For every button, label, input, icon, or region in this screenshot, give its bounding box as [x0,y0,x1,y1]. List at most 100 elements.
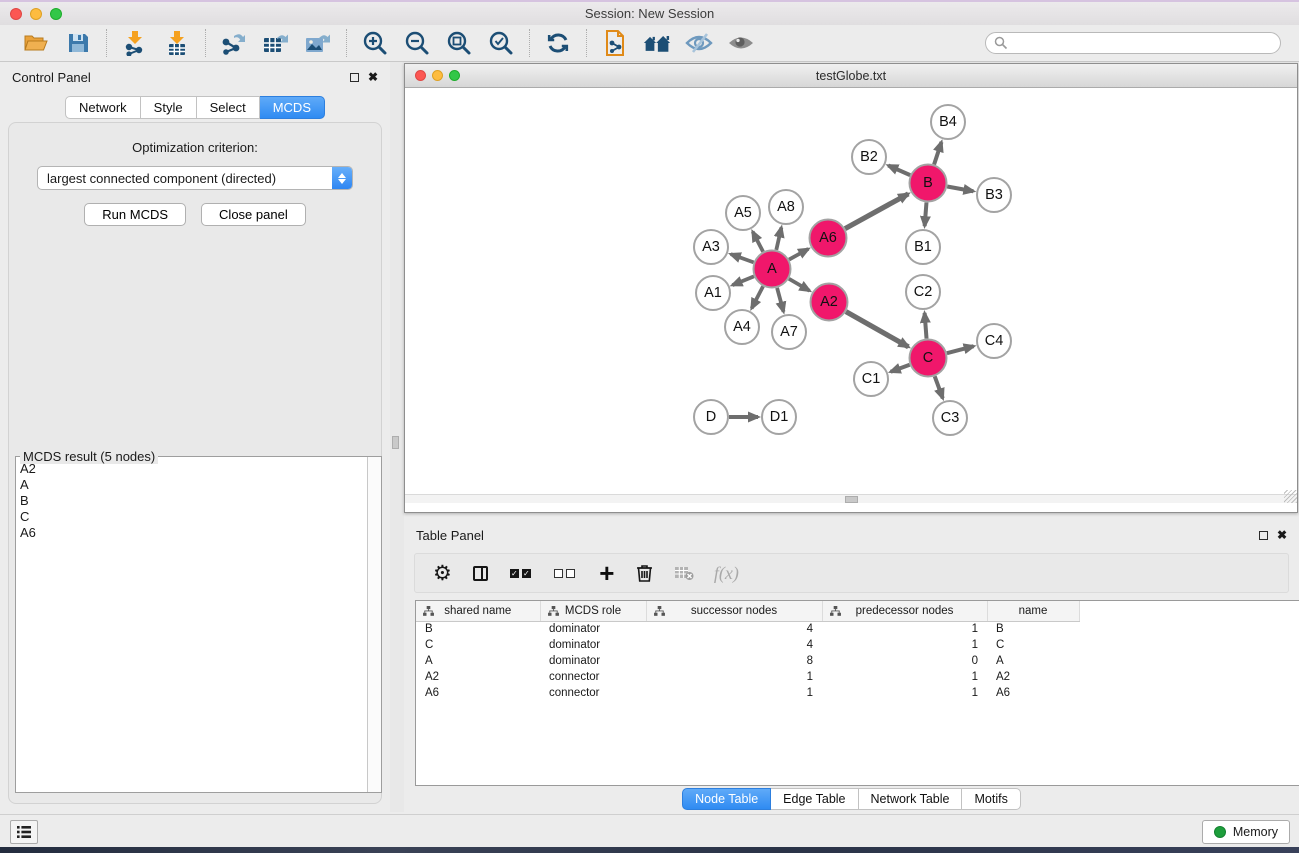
graph-edge-A-A5[interactable] [753,232,763,252]
graph-node-A7[interactable]: A7 [772,315,806,349]
zoom-fit-icon[interactable] [445,30,473,56]
window-resize-grip[interactable] [1284,490,1297,503]
mcds-result-item[interactable]: B [20,493,367,509]
graph-edge-A2-C[interactable] [846,312,908,347]
tab-edge-table[interactable]: Edge Table [771,788,858,810]
criterion-select[interactable]: largest connected component (directed) [37,166,353,190]
tab-style[interactable]: Style [141,96,197,119]
mcds-result-list[interactable]: A2ABCA6 [16,458,367,792]
close-panel-button[interactable]: Close panel [201,203,306,226]
graph-edge-C-C4[interactable] [947,346,974,353]
graph-node-B3[interactable]: B3 [977,178,1011,212]
graph-edge-B-B1[interactable] [925,202,927,226]
run-mcds-button[interactable]: Run MCDS [84,203,186,226]
tab-motifs[interactable]: Motifs [962,788,1020,810]
network-overview-icon[interactable] [601,30,629,56]
mcds-result-item[interactable]: A [20,477,367,493]
graph-node-A3[interactable]: A3 [694,230,728,264]
table-options-gear-icon[interactable]: ⚙ [433,563,452,584]
zoom-out-icon[interactable] [403,30,431,56]
network-window-titlebar[interactable]: testGlobe.txt [405,64,1297,88]
graph-edge-A-A4[interactable] [752,286,763,308]
divider-grip[interactable] [392,436,399,449]
table-row[interactable]: Adominator80A [416,653,1299,669]
memory-button[interactable]: Memory [1202,820,1290,844]
refresh-layout-icon[interactable] [544,30,572,56]
graph-edge-B-B4[interactable] [934,142,941,165]
network-hscroll-thumb[interactable] [845,496,858,503]
graph-edge-C-C2[interactable] [925,313,927,339]
close-panel-icon[interactable]: ✖ [368,71,378,83]
graph-edge-B-B2[interactable] [888,165,910,175]
graph-node-A8[interactable]: A8 [769,190,803,224]
mcds-result-item[interactable]: A6 [20,525,367,541]
graph-edge-A6-B[interactable] [845,194,908,229]
graph-node-C2[interactable]: C2 [906,275,940,309]
search-input[interactable] [1008,36,1272,50]
deselect-all-columns-icon[interactable] [554,569,578,578]
network-hscrollbar[interactable] [405,494,1297,503]
zoom-in-icon[interactable] [361,30,389,56]
col-header-successor-nodes[interactable]: successor nodes [646,601,822,621]
tab-network-table[interactable]: Network Table [859,788,963,810]
graph-edge-A-A6[interactable] [789,249,808,260]
col-header-shared-name[interactable]: shared name [416,601,540,621]
export-image-icon[interactable] [304,30,332,56]
open-session-icon[interactable] [22,30,50,56]
delete-columns-icon[interactable] [636,563,654,583]
show-columns-icon[interactable] [472,566,490,581]
zoom-selected-icon[interactable] [487,30,515,56]
graph-node-B2[interactable]: B2 [852,140,886,174]
float-table-panel-icon[interactable] [1259,531,1268,540]
show-view-icon[interactable] [727,30,755,56]
hide-view-icon[interactable] [685,30,713,56]
task-history-button[interactable] [10,820,38,844]
network-canvas[interactable]: B4B2BB3A8A5A6A3B1AA1C2A2A4A7C4CC1C3DD1 [405,88,1297,503]
graph-edge-A-A3[interactable] [731,254,754,262]
mcds-result-item[interactable]: C [20,509,367,525]
graph-node-C1[interactable]: C1 [854,362,888,396]
table-row[interactable]: Bdominator41B [416,621,1299,637]
float-window-icon[interactable] [350,73,359,82]
graph-node-A[interactable]: A [754,251,791,288]
graph-node-C4[interactable]: C4 [977,324,1011,358]
graph-node-B1[interactable]: B1 [906,230,940,264]
select-all-columns-icon[interactable]: ✓✓ [510,569,534,578]
graph-edge-C-C3[interactable] [935,376,943,398]
close-table-panel-icon[interactable]: ✖ [1277,529,1287,541]
mcds-result-item[interactable]: A2 [20,461,367,477]
graph-edge-A-A7[interactable] [777,288,783,312]
graph-edge-A-A2[interactable] [789,279,810,291]
graph-edge-B-B3[interactable] [947,186,973,191]
import-network-icon[interactable] [121,30,149,56]
col-header-mcds-role[interactable]: MCDS role [540,601,646,621]
graph-edge-A-A8[interactable] [776,227,781,249]
graph-node-A2[interactable]: A2 [811,284,848,321]
graph-node-A1[interactable]: A1 [696,276,730,310]
export-network-icon[interactable] [220,30,248,56]
graph-node-D1[interactable]: D1 [762,400,796,434]
graph-node-A4[interactable]: A4 [725,310,759,344]
graph-edge-A-A1[interactable] [732,276,753,285]
table-row[interactable]: Cdominator41C [416,637,1299,653]
export-table-icon[interactable] [262,30,290,56]
graph-node-B4[interactable]: B4 [931,105,965,139]
graph-node-C[interactable]: C [910,340,947,377]
col-header-predecessor-nodes[interactable]: predecessor nodes [822,601,987,621]
tab-network[interactable]: Network [65,96,141,119]
graph-node-A6[interactable]: A6 [810,220,847,257]
col-header-name[interactable]: name [987,601,1079,621]
tab-node-table[interactable]: Node Table [682,788,771,810]
split-pane-divider[interactable] [390,62,404,812]
home-views-icon[interactable] [643,30,671,56]
graph-node-D[interactable]: D [694,400,728,434]
mcds-result-scrollbar[interactable] [367,457,381,792]
save-session-icon[interactable] [64,30,92,56]
import-table-icon[interactable] [163,30,191,56]
tab-select[interactable]: Select [197,96,260,119]
graph-node-B[interactable]: B [910,165,947,202]
table-row[interactable]: A2connector11A2 [416,669,1299,685]
add-column-icon[interactable]: + [598,563,616,584]
graph-edge-C-C1[interactable] [891,365,910,372]
tab-mcds[interactable]: MCDS [260,96,325,119]
